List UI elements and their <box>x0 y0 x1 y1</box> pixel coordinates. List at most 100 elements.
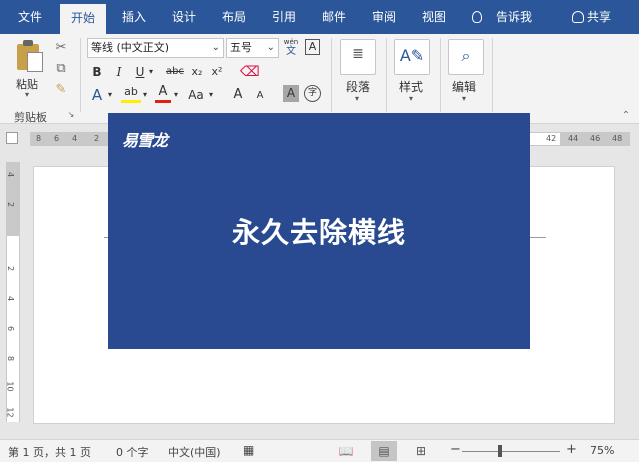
language-indicator[interactable]: 中文(中国) <box>168 444 221 460</box>
tab-layout[interactable]: 布局 <box>214 0 254 34</box>
ruler-number: 12 <box>5 407 15 418</box>
share-button[interactable]: 共享 <box>572 0 611 34</box>
phonetic-guide-char: 文 <box>286 46 296 57</box>
macro-record-icon[interactable]: ▦ <box>243 443 254 457</box>
styles-button[interactable]: A✎ <box>394 39 430 75</box>
ruler-number: 2 <box>6 201 16 208</box>
group-divider <box>331 38 332 112</box>
font-color-dropdown-arrow[interactable]: ▾ <box>172 85 180 105</box>
underline-button[interactable]: U <box>133 62 147 82</box>
character-border-button[interactable]: A <box>305 39 320 55</box>
group-divider <box>492 38 493 112</box>
font-name-value: 等线 (中文正文) <box>91 41 170 54</box>
ruler-number: 6 <box>54 134 60 143</box>
format-painter-icon[interactable]: ✎ <box>53 82 69 98</box>
grow-font-button[interactable]: A <box>231 85 245 105</box>
ruler-number: 4 <box>72 134 78 143</box>
paragraph-icon: ≣ <box>352 46 364 62</box>
styles-dropdown-arrow[interactable]: ▾ <box>409 94 413 103</box>
brand-logo: 易雪龙 <box>122 131 168 150</box>
text-effects-dropdown-arrow[interactable]: ▾ <box>106 85 114 105</box>
superscript-button[interactable]: x² <box>209 62 225 82</box>
tab-selector[interactable] <box>6 132 18 144</box>
zoom-level[interactable]: 75% <box>590 444 614 457</box>
ruler-number: 8 <box>6 355 16 362</box>
clear-formatting-icon[interactable]: ⌫ <box>240 62 260 82</box>
clipboard-group-label: 剪贴板 <box>14 111 47 124</box>
zoom-out-button[interactable]: − <box>450 442 461 457</box>
phonetic-guide-button[interactable]: wén 文 <box>283 38 299 58</box>
ruler-number: 4 <box>6 295 16 302</box>
editing-label[interactable]: 编辑 <box>452 78 476 95</box>
copy-icon[interactable]: ⧉ <box>53 61 69 77</box>
collapse-ribbon-icon[interactable]: ⌃ <box>620 108 632 121</box>
banner-headline: 永久去除横线 <box>231 216 406 249</box>
status-bar: 第 1 页，共 1 页 0 个字 中文(中国) ▦ 📖 ▤ ⊞ − + 75% <box>0 439 639 462</box>
styles-icon: A✎ <box>399 46 425 65</box>
paragraph-label[interactable]: 段落 <box>346 78 370 95</box>
zoom-slider-thumb[interactable] <box>498 445 502 457</box>
strikethrough-button[interactable]: abc <box>164 62 186 82</box>
enclose-characters-button[interactable]: 字 <box>304 85 321 102</box>
change-case-button[interactable]: Aa <box>186 85 206 105</box>
tell-me-label: 告诉我 <box>496 10 533 24</box>
italic-button[interactable]: I <box>111 62 127 82</box>
phonetic-guide-pinyin: wén <box>283 38 299 46</box>
subscript-button[interactable]: x₂ <box>189 62 205 82</box>
bold-button[interactable]: B <box>89 62 105 82</box>
paragraph-dropdown-arrow[interactable]: ▾ <box>355 94 359 103</box>
ruler-number: 48 <box>612 134 623 143</box>
editing-dropdown-arrow[interactable]: ▾ <box>462 94 466 103</box>
change-case-dropdown-arrow[interactable]: ▾ <box>207 85 215 105</box>
page-count[interactable]: 第 1 页，共 1 页 <box>8 444 91 460</box>
web-layout-icon[interactable]: ⊞ <box>408 441 434 461</box>
tab-design[interactable]: 设计 <box>164 0 204 34</box>
ruler-number: 6 <box>6 325 16 332</box>
font-size-select[interactable]: 五号 ⌄ <box>226 38 279 58</box>
chevron-down-icon: ⌄ <box>211 42 220 53</box>
character-shading-button[interactable]: A <box>283 85 299 102</box>
word-window: 文件 开始 插入 设计 布局 引用 邮件 审阅 视图 告诉我 共享 粘贴 ▾ ✂… <box>0 0 639 462</box>
highlight-dropdown-arrow[interactable]: ▾ <box>141 85 149 105</box>
ribbon-home: 粘贴 ▾ ✂ ⧉ ✎ 剪贴板 ↘ 等线 (中文正文) ⌄ 五号 ⌄ wén 文 … <box>0 34 639 124</box>
read-mode-icon[interactable]: 📖 <box>333 441 359 461</box>
vertical-ruler[interactable]: 4 2 2 4 6 8 10 12 <box>6 162 20 422</box>
shrink-font-button[interactable]: A <box>254 86 266 106</box>
word-count[interactable]: 0 个字 <box>116 444 149 460</box>
group-divider <box>80 38 81 112</box>
ribbon-tab-bar: 文件 开始 插入 设计 布局 引用 邮件 审阅 视图 告诉我 共享 <box>0 0 639 34</box>
ruler-number: 44 <box>568 134 579 143</box>
zoom-in-button[interactable]: + <box>566 442 577 457</box>
paragraph-button[interactable]: ≣ <box>340 39 376 75</box>
underline-dropdown-arrow[interactable]: ▾ <box>147 62 155 82</box>
ruler-number: 4 <box>6 171 16 178</box>
ruler-number: 10 <box>5 381 15 392</box>
group-divider <box>440 38 441 112</box>
styles-label[interactable]: 样式 <box>399 78 423 95</box>
ruler-number: 8 <box>36 134 42 143</box>
editing-button[interactable]: ⌕ <box>448 39 484 75</box>
cut-icon[interactable]: ✂ <box>53 40 69 56</box>
clipboard-launcher-icon[interactable]: ↘ <box>66 110 76 120</box>
highlight-button[interactable]: ab <box>121 84 141 103</box>
zoom-slider-track[interactable] <box>462 451 560 452</box>
ruler-number: 2 <box>6 265 16 272</box>
tell-me-box[interactable]: 告诉我 <box>472 0 532 34</box>
ruler-number: 2 <box>94 134 100 143</box>
paste-icon[interactable] <box>17 40 43 72</box>
tab-references[interactable]: 引用 <box>264 0 304 34</box>
text-effects-button[interactable]: A <box>89 85 105 105</box>
person-icon <box>572 11 584 23</box>
tab-insert[interactable]: 插入 <box>114 0 154 34</box>
paste-dropdown-arrow[interactable]: ▾ <box>25 90 29 99</box>
tab-mailings[interactable]: 邮件 <box>314 0 354 34</box>
tab-review[interactable]: 审阅 <box>364 0 404 34</box>
font-size-value: 五号 <box>230 41 252 54</box>
tab-home[interactable]: 开始 <box>60 4 106 34</box>
tab-view[interactable]: 视图 <box>414 0 454 34</box>
font-name-select[interactable]: 等线 (中文正文) ⌄ <box>87 38 224 58</box>
print-layout-icon[interactable]: ▤ <box>371 441 397 461</box>
font-color-button[interactable]: A <box>155 84 171 103</box>
tab-file[interactable]: 文件 <box>10 0 50 34</box>
lightbulb-icon <box>472 11 482 23</box>
